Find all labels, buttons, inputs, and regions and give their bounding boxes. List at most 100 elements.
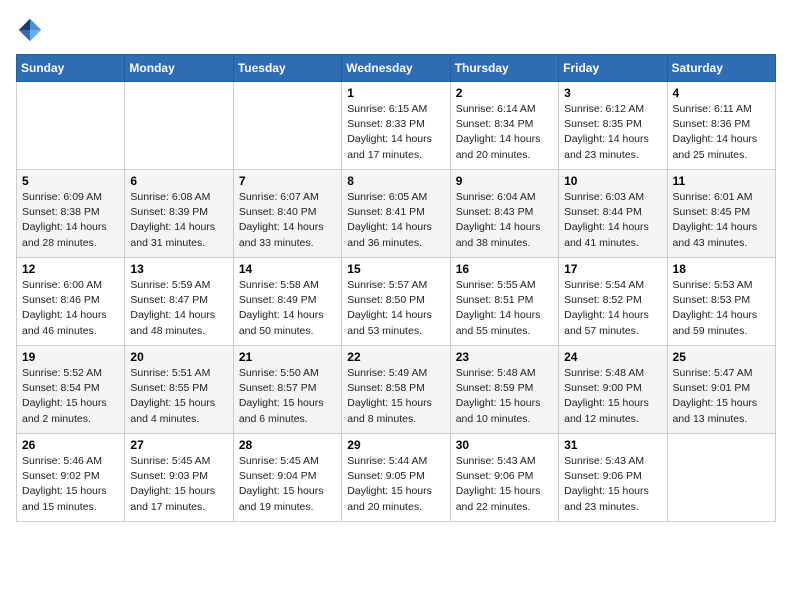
day-number: 19 xyxy=(22,350,119,364)
day-info: Sunrise: 6:09 AMSunset: 8:38 PMDaylight:… xyxy=(22,190,119,251)
day-number: 15 xyxy=(347,262,444,276)
day-number: 18 xyxy=(673,262,770,276)
day-number: 8 xyxy=(347,174,444,188)
day-info: Sunrise: 5:48 AMSunset: 9:00 PMDaylight:… xyxy=(564,366,661,427)
day-number: 12 xyxy=(22,262,119,276)
logo-icon xyxy=(16,16,44,44)
day-number: 28 xyxy=(239,438,336,452)
calendar-week-row: 12 Sunrise: 6:00 AMSunset: 8:46 PMDayligh… xyxy=(17,258,776,346)
day-info: Sunrise: 5:54 AMSunset: 8:52 PMDaylight:… xyxy=(564,278,661,339)
col-header-thursday: Thursday xyxy=(450,55,558,82)
calendar-cell: 11 Sunrise: 6:01 AMSunset: 8:45 PMDayligh… xyxy=(667,170,775,258)
day-info: Sunrise: 5:49 AMSunset: 8:58 PMDaylight:… xyxy=(347,366,444,427)
day-info: Sunrise: 6:00 AMSunset: 8:46 PMDaylight:… xyxy=(22,278,119,339)
calendar-cell: 18 Sunrise: 5:53 AMSunset: 8:53 PMDayligh… xyxy=(667,258,775,346)
day-info: Sunrise: 5:55 AMSunset: 8:51 PMDaylight:… xyxy=(456,278,553,339)
calendar-cell: 17 Sunrise: 5:54 AMSunset: 8:52 PMDayligh… xyxy=(559,258,667,346)
calendar-cell: 10 Sunrise: 6:03 AMSunset: 8:44 PMDayligh… xyxy=(559,170,667,258)
calendar-cell: 28 Sunrise: 5:45 AMSunset: 9:04 PMDayligh… xyxy=(233,434,341,522)
day-number: 29 xyxy=(347,438,444,452)
calendar-cell: 26 Sunrise: 5:46 AMSunset: 9:02 PMDayligh… xyxy=(17,434,125,522)
day-info: Sunrise: 6:04 AMSunset: 8:43 PMDaylight:… xyxy=(456,190,553,251)
calendar-cell: 7Sunrise: 6:07 AMSunset: 8:40 PMDaylight… xyxy=(233,170,341,258)
day-info: Sunrise: 6:11 AMSunset: 8:36 PMDaylight:… xyxy=(673,102,770,163)
col-header-wednesday: Wednesday xyxy=(342,55,450,82)
day-number: 22 xyxy=(347,350,444,364)
day-number: 27 xyxy=(130,438,227,452)
day-number: 2 xyxy=(456,86,553,100)
day-number: 31 xyxy=(564,438,661,452)
calendar-cell xyxy=(125,82,233,170)
logo xyxy=(16,16,48,44)
day-info: Sunrise: 5:53 AMSunset: 8:53 PMDaylight:… xyxy=(673,278,770,339)
day-info: Sunrise: 5:45 AMSunset: 9:03 PMDaylight:… xyxy=(130,454,227,515)
calendar-cell: 9 Sunrise: 6:04 AMSunset: 8:43 PMDaylight… xyxy=(450,170,558,258)
day-number: 23 xyxy=(456,350,553,364)
day-info: Sunrise: 6:12 AMSunset: 8:35 PMDaylight:… xyxy=(564,102,661,163)
day-number: 30 xyxy=(456,438,553,452)
day-number: 10 xyxy=(564,174,661,188)
calendar-cell: 6Sunrise: 6:08 AMSunset: 8:39 PMDaylight… xyxy=(125,170,233,258)
day-number: 25 xyxy=(673,350,770,364)
day-info: Sunrise: 5:50 AMSunset: 8:57 PMDaylight:… xyxy=(239,366,336,427)
calendar-cell: 19 Sunrise: 5:52 AMSunset: 8:54 PMDayligh… xyxy=(17,346,125,434)
col-header-sunday: Sunday xyxy=(17,55,125,82)
calendar-cell: 16 Sunrise: 5:55 AMSunset: 8:51 PMDayligh… xyxy=(450,258,558,346)
calendar-cell: 2Sunrise: 6:14 AMSunset: 8:34 PMDaylight… xyxy=(450,82,558,170)
day-info: Sunrise: 5:59 AMSunset: 8:47 PMDaylight:… xyxy=(130,278,227,339)
day-info: Sunrise: 6:05 AMSunset: 8:41 PMDaylight:… xyxy=(347,190,444,251)
calendar-cell: 4 Sunrise: 6:11 AMSunset: 8:36 PMDaylight… xyxy=(667,82,775,170)
calendar-table: SundayMondayTuesdayWednesdayThursdayFrid… xyxy=(16,54,776,522)
day-number: 24 xyxy=(564,350,661,364)
calendar-cell: 31 Sunrise: 5:43 AMSunset: 9:06 PMDayligh… xyxy=(559,434,667,522)
day-info: Sunrise: 6:15 AMSunset: 8:33 PMDaylight:… xyxy=(347,102,444,163)
day-number: 5 xyxy=(22,174,119,188)
calendar-cell: 5 Sunrise: 6:09 AMSunset: 8:38 PMDaylight… xyxy=(17,170,125,258)
calendar-cell: 22 Sunrise: 5:49 AMSunset: 8:58 PMDayligh… xyxy=(342,346,450,434)
day-number: 3 xyxy=(564,86,661,100)
day-info: Sunrise: 5:52 AMSunset: 8:54 PMDaylight:… xyxy=(22,366,119,427)
day-info: Sunrise: 6:08 AMSunset: 8:39 PMDaylight:… xyxy=(130,190,227,251)
calendar-cell: 8 Sunrise: 6:05 AMSunset: 8:41 PMDaylight… xyxy=(342,170,450,258)
calendar-cell xyxy=(667,434,775,522)
calendar-cell: 23 Sunrise: 5:48 AMSunset: 8:59 PMDayligh… xyxy=(450,346,558,434)
day-number: 1 xyxy=(347,86,444,100)
calendar-cell: 27 Sunrise: 5:45 AMSunset: 9:03 PMDayligh… xyxy=(125,434,233,522)
day-number: 4 xyxy=(673,86,770,100)
day-info: Sunrise: 5:45 AMSunset: 9:04 PMDaylight:… xyxy=(239,454,336,515)
day-number: 26 xyxy=(22,438,119,452)
day-number: 17 xyxy=(564,262,661,276)
calendar-cell xyxy=(17,82,125,170)
day-number: 11 xyxy=(673,174,770,188)
calendar-cell: 25 Sunrise: 5:47 AMSunset: 9:01 PMDayligh… xyxy=(667,346,775,434)
page-header xyxy=(16,16,776,44)
day-info: Sunrise: 5:44 AMSunset: 9:05 PMDaylight:… xyxy=(347,454,444,515)
calendar-week-row: 1 Sunrise: 6:15 AMSunset: 8:33 PMDaylight… xyxy=(17,82,776,170)
day-info: Sunrise: 6:07 AMSunset: 8:40 PMDaylight:… xyxy=(239,190,336,251)
day-info: Sunrise: 5:46 AMSunset: 9:02 PMDaylight:… xyxy=(22,454,119,515)
day-info: Sunrise: 5:48 AMSunset: 8:59 PMDaylight:… xyxy=(456,366,553,427)
calendar-cell: 12 Sunrise: 6:00 AMSunset: 8:46 PMDayligh… xyxy=(17,258,125,346)
calendar-cell: 20 Sunrise: 5:51 AMSunset: 8:55 PMDayligh… xyxy=(125,346,233,434)
calendar-cell: 14Sunrise: 5:58 AMSunset: 8:49 PMDayligh… xyxy=(233,258,341,346)
col-header-friday: Friday xyxy=(559,55,667,82)
day-info: Sunrise: 5:47 AMSunset: 9:01 PMDaylight:… xyxy=(673,366,770,427)
calendar-cell: 30Sunrise: 5:43 AMSunset: 9:06 PMDayligh… xyxy=(450,434,558,522)
calendar-week-row: 19 Sunrise: 5:52 AMSunset: 8:54 PMDayligh… xyxy=(17,346,776,434)
calendar-week-row: 5 Sunrise: 6:09 AMSunset: 8:38 PMDaylight… xyxy=(17,170,776,258)
calendar-cell: 15 Sunrise: 5:57 AMSunset: 8:50 PMDayligh… xyxy=(342,258,450,346)
calendar-cell: 13Sunrise: 5:59 AMSunset: 8:47 PMDayligh… xyxy=(125,258,233,346)
day-number: 20 xyxy=(130,350,227,364)
col-header-tuesday: Tuesday xyxy=(233,55,341,82)
calendar-cell: 29 Sunrise: 5:44 AMSunset: 9:05 PMDayligh… xyxy=(342,434,450,522)
day-info: Sunrise: 5:51 AMSunset: 8:55 PMDaylight:… xyxy=(130,366,227,427)
day-info: Sunrise: 6:01 AMSunset: 8:45 PMDaylight:… xyxy=(673,190,770,251)
day-number: 14 xyxy=(239,262,336,276)
day-info: Sunrise: 5:57 AMSunset: 8:50 PMDaylight:… xyxy=(347,278,444,339)
day-number: 16 xyxy=(456,262,553,276)
calendar-cell: 3 Sunrise: 6:12 AMSunset: 8:35 PMDaylight… xyxy=(559,82,667,170)
day-info: Sunrise: 6:03 AMSunset: 8:44 PMDaylight:… xyxy=(564,190,661,251)
day-number: 9 xyxy=(456,174,553,188)
day-info: Sunrise: 5:43 AMSunset: 9:06 PMDaylight:… xyxy=(564,454,661,515)
col-header-saturday: Saturday xyxy=(667,55,775,82)
